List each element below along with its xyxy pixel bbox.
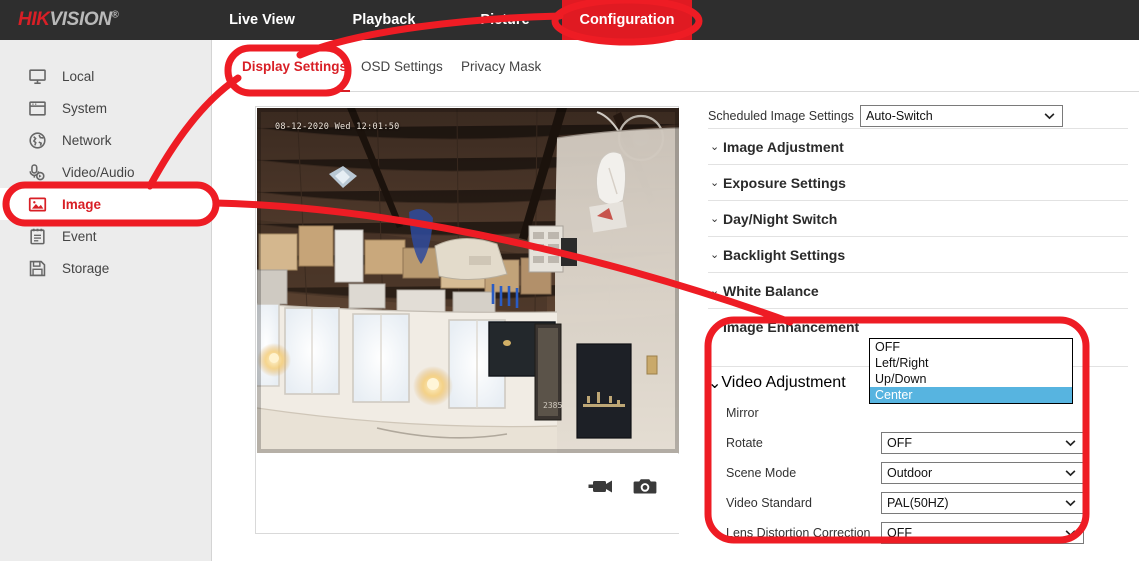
tab-divider — [242, 91, 1139, 92]
section-label-day-night-switch: Day/Night Switch — [723, 211, 837, 227]
camera-snapshot-icon[interactable] — [632, 476, 658, 498]
section-label-white-balance: White Balance — [723, 283, 819, 299]
row-lens-distortion-correction: Lens Distortion Correction OFF — [708, 518, 1128, 548]
label-rotate: Rotate — [708, 436, 881, 450]
section-white-balance[interactable]: ⌄ White Balance — [708, 272, 1128, 308]
registered-trademark-icon: ® — [112, 10, 119, 21]
chevron-down-icon — [1065, 500, 1076, 507]
floppy-disk-icon — [26, 257, 48, 279]
label-lens-distortion-correction: Lens Distortion Correction — [708, 526, 881, 540]
mirror-option-up-down[interactable]: Up/Down — [870, 371, 1072, 387]
chevron-down-icon: ⌄ — [710, 212, 723, 225]
row-video-standard: Video Standard PAL(50HZ) — [708, 488, 1128, 518]
microphone-icon — [26, 161, 48, 183]
sidebar-item-image[interactable]: Image — [0, 188, 212, 220]
scene-mode-value: Outdoor — [887, 466, 932, 480]
sidebar-label-system: System — [62, 101, 107, 116]
top-header-bar: HIKVISION® Live View Playback Picture Co… — [0, 0, 1139, 40]
section-label-backlight-settings: Backlight Settings — [723, 247, 845, 263]
chevron-down-icon: ⌄ — [710, 248, 723, 261]
section-day-night-switch[interactable]: ⌄ Day/Night Switch — [708, 200, 1128, 236]
section-label-image-enhancement: Image Enhancement — [723, 319, 859, 335]
mirror-option-off[interactable]: OFF — [870, 339, 1072, 355]
row-scene-mode: Scene Mode Outdoor — [708, 458, 1128, 488]
mirror-option-left-right[interactable]: Left/Right — [870, 355, 1072, 371]
section-image-adjustment[interactable]: ⌄ Image Adjustment — [708, 128, 1128, 164]
section-exposure-settings[interactable]: ⌄ Exposure Settings — [708, 164, 1128, 200]
nav-item-playback[interactable]: Playback — [338, 0, 430, 40]
nav-item-live-view[interactable]: Live View — [216, 0, 308, 40]
tab-osd-settings[interactable]: OSD Settings — [361, 54, 443, 80]
sub-tab-bar: Display Settings OSD Settings Privacy Ma… — [213, 40, 1139, 92]
logo-hik-text: HIK — [18, 9, 50, 30]
chevron-down-icon: ⌄ — [710, 320, 723, 333]
label-scene-mode: Scene Mode — [708, 466, 881, 480]
sidebar-label-video-audio: Video/Audio — [62, 165, 135, 180]
label-video-standard: Video Standard — [708, 496, 881, 510]
section-label-video-adjustment: Video Adjustment — [721, 374, 845, 392]
tab-privacy-mask[interactable]: Privacy Mask — [461, 54, 541, 80]
scene-mode-select[interactable]: Outdoor — [881, 462, 1084, 484]
picture-icon — [26, 193, 48, 215]
section-label-image-adjustment: Image Adjustment — [723, 139, 844, 155]
content-pane: Display Settings OSD Settings Privacy Ma… — [213, 40, 1139, 561]
sidebar-item-storage[interactable]: Storage — [0, 252, 212, 284]
chevron-down-icon — [1044, 113, 1055, 120]
label-mirror: Mirror — [708, 406, 881, 420]
camera-scene-image: 2385 — [257, 108, 679, 453]
sidebar-item-local[interactable]: Local — [0, 60, 212, 92]
chevron-down-icon — [1065, 440, 1076, 447]
chevron-down-icon: ⌄ — [710, 176, 723, 189]
lens-distortion-correction-value: OFF — [887, 526, 912, 540]
sidebar-label-event: Event — [62, 229, 97, 244]
scheduled-image-settings-value: Auto-Switch — [866, 109, 933, 123]
video-standard-value: PAL(50HZ) — [887, 496, 949, 510]
chevron-down-icon: ⌄ — [710, 284, 723, 297]
osd-timestamp: 08-12-2020 Wed 12:01:50 — [275, 122, 400, 132]
sidebar-label-video-audio-network: Network — [62, 133, 112, 148]
rotate-value: OFF — [887, 436, 912, 450]
svg-text:2385: 2385 — [543, 401, 562, 410]
logo-vision-text: VISION — [50, 9, 112, 30]
globe-icon — [26, 129, 48, 151]
section-backlight-settings[interactable]: ⌄ Backlight Settings — [708, 236, 1128, 272]
video-player-toolbar — [257, 454, 679, 533]
live-video-frame[interactable]: 2385 08-12-2020 Wed 12: — [257, 108, 679, 453]
chevron-down-icon — [1065, 530, 1076, 537]
sidebar-item-event[interactable]: Event — [0, 220, 212, 252]
sidebar-item-network[interactable]: Network — [0, 124, 212, 156]
mirror-option-center[interactable]: Center — [870, 387, 1072, 403]
sidebar-label-storage: Storage — [62, 261, 109, 276]
tab-display-settings[interactable]: Display Settings — [242, 54, 347, 80]
sidebar-item-system[interactable]: System — [0, 92, 212, 124]
row-rotate: Rotate OFF — [708, 428, 1128, 458]
window-icon — [26, 97, 48, 119]
clipboard-icon — [26, 225, 48, 247]
sidebar-item-video-audio[interactable]: Video/Audio — [0, 156, 212, 188]
chevron-down-icon — [1065, 470, 1076, 477]
tab-active-indicator — [242, 90, 350, 92]
scheduled-image-settings-select[interactable]: Auto-Switch — [860, 105, 1063, 127]
chevron-down-icon: ⌄ — [708, 373, 721, 393]
rotate-select[interactable]: OFF — [881, 432, 1084, 454]
nav-item-configuration[interactable]: Configuration — [562, 0, 692, 40]
hikvision-logo: HIKVISION® — [18, 9, 119, 31]
left-sidebar: Local System Network — [0, 40, 212, 561]
nav-item-picture[interactable]: Picture — [462, 0, 548, 40]
sidebar-label-image: Image — [62, 197, 101, 212]
sidebar-label-local: Local — [62, 69, 94, 84]
lens-distortion-correction-select[interactable]: OFF — [881, 522, 1084, 544]
chevron-down-icon: ⌄ — [710, 140, 723, 153]
video-preview-panel: 2385 08-12-2020 Wed 12: — [255, 106, 679, 534]
record-video-icon[interactable] — [587, 476, 613, 498]
scheduled-image-settings-label: Scheduled Image Settings — [708, 109, 860, 123]
section-label-exposure-settings: Exposure Settings — [723, 175, 846, 191]
hikvision-config-page: HIKVISION® Live View Playback Picture Co… — [0, 0, 1139, 561]
monitor-icon — [26, 65, 48, 87]
video-standard-select[interactable]: PAL(50HZ) — [881, 492, 1084, 514]
mirror-dropdown-open-list[interactable]: OFF Left/Right Up/Down Center — [869, 338, 1073, 404]
